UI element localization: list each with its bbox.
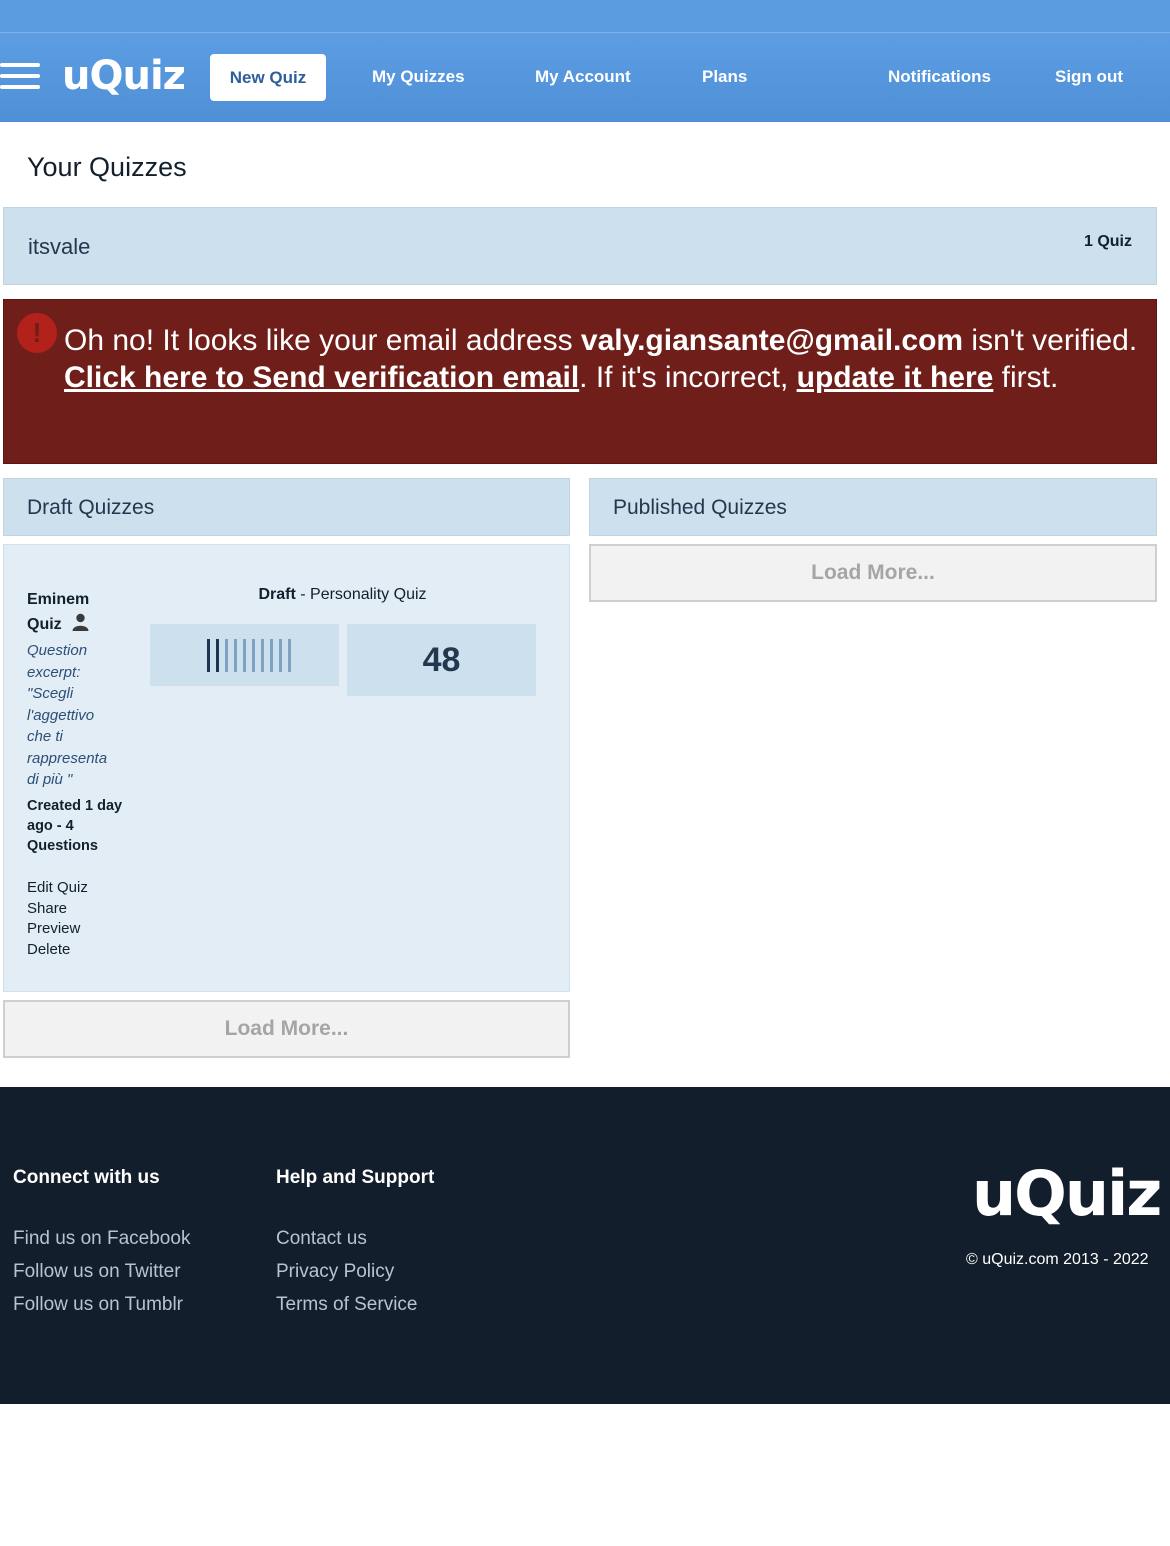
update-email-link[interactable]: update it here [797,361,994,394]
top-strip [0,0,1170,32]
facebook-link[interactable]: Find us on Facebook [13,1222,190,1255]
quiz-thumbnail[interactable] [150,624,339,686]
copyright: © uQuiz.com 2013 - 2022 [966,1251,1149,1268]
edit-quiz-link[interactable]: Edit Quiz [27,878,88,899]
nav-my-account[interactable]: My Account [535,67,631,87]
tumblr-link[interactable]: Follow us on Tumblr [13,1288,190,1321]
nav-notifications[interactable]: Notifications [888,67,991,87]
contact-link[interactable]: Contact us [276,1222,417,1255]
share-link[interactable]: Share [27,899,88,920]
alert-prefix: Oh no! It looks like your email address [64,324,581,357]
draft-quiz-card: Eminem Quiz Question excerpt: "Scegli l'… [3,544,570,992]
alert-suffix: first. [993,361,1059,394]
hamburger-menu-icon[interactable] [0,63,40,91]
email-verification-alert: ! Oh no! It looks like your email addres… [3,299,1157,464]
preview-link[interactable]: Preview [27,919,88,940]
logo[interactable]: uQuiz [62,53,186,103]
load-more-drafts-button[interactable]: Load More... [3,1000,570,1058]
twitter-link[interactable]: Follow us on Twitter [13,1255,190,1288]
footer-help-links: Contact us Privacy Policy Terms of Servi… [276,1222,417,1321]
quiz-count: 1 Quiz [1083,233,1132,250]
terms-link[interactable]: Terms of Service [276,1288,417,1321]
send-verification-link[interactable]: Click here to Send verification email [64,361,579,394]
nav-my-quizzes[interactable]: My Quizzes [372,67,465,87]
user-icon [72,613,89,631]
footer-logo[interactable]: uQuiz [972,1157,1162,1230]
quiz-score: 48 [347,624,536,696]
page-title: Your Quizzes [27,152,187,182]
question-excerpt: Question excerpt: "Scegli l'aggettivo ch… [27,642,108,788]
draft-quizzes-heading: Draft Quizzes [3,478,570,536]
navbar: uQuiz New Quiz My Quizzes My Account Pla… [0,32,1170,122]
quiz-status-label: Draft - Personality Quiz [4,586,571,604]
footer-connect-heading: Connect with us [13,1167,160,1188]
new-quiz-button[interactable]: New Quiz [210,54,326,101]
quiz-status: Draft [258,586,296,603]
alert-after-send: . If it's incorrect, [579,361,797,394]
alert-email: valy.giansante@gmail.com [580,324,964,357]
user-bar: itsvale 1 Quiz [3,207,1157,285]
footer-connect-links: Find us on Facebook Follow us on Twitter… [13,1222,190,1321]
nav-sign-out[interactable]: Sign out [1055,67,1123,87]
alert-middle: isn't verified. [963,324,1138,357]
quiz-meta: Created 1 day ago - 4 Questions [27,798,123,854]
quiz-actions: Edit Quiz Share Preview Delete [27,878,88,960]
load-more-published-button[interactable]: Load More... [589,544,1157,602]
alert-message: Oh no! It looks like your email address … [64,322,1149,396]
footer: Connect with us Find us on Facebook Foll… [0,1087,1170,1404]
delete-link[interactable]: Delete [27,940,88,961]
nav-plans[interactable]: Plans [702,67,747,87]
privacy-link[interactable]: Privacy Policy [276,1255,417,1288]
barcode-icon [207,639,291,672]
published-quizzes-heading: Published Quizzes [589,478,1157,536]
user-name: itsvale [28,234,91,259]
alert-icon: ! [17,313,57,353]
footer-help-heading: Help and Support [276,1167,435,1188]
quiz-type: - Personality Quiz [295,586,427,603]
